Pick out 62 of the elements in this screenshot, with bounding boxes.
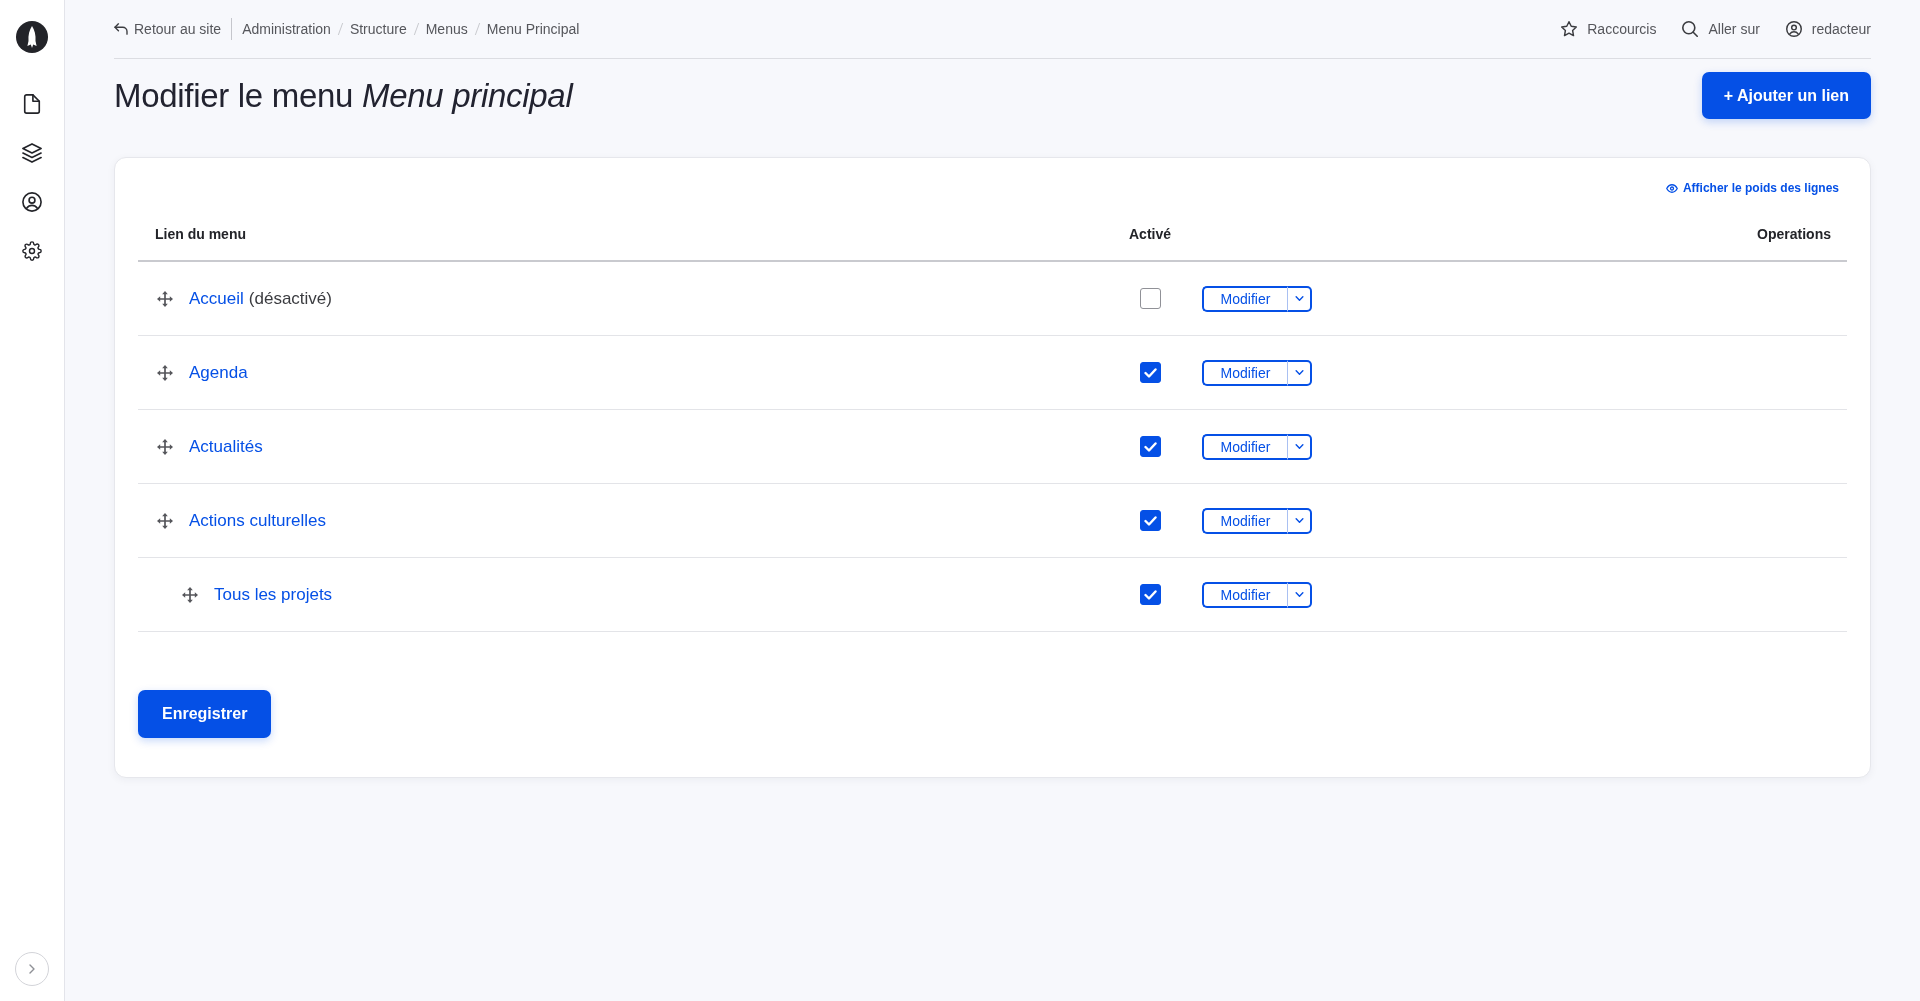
enabled-checkbox[interactable] — [1139, 362, 1161, 383]
breadcrumb-link[interactable]: Administration — [242, 21, 331, 37]
sidebar-toggle-button[interactable] — [15, 952, 49, 986]
more-actions-button[interactable] — [1287, 581, 1312, 608]
chevron-right-icon — [29, 964, 35, 974]
move-icon[interactable] — [157, 364, 173, 381]
user-menu-link[interactable]: redacteur — [1785, 21, 1871, 37]
enabled-checkbox[interactable] — [1139, 436, 1161, 457]
page-title: Modifier le menu Menu principal — [114, 76, 573, 115]
caret-icon — [1294, 592, 1304, 597]
edit-button[interactable]: Modifier — [1202, 359, 1287, 386]
move-icon[interactable] — [157, 290, 173, 307]
more-actions-button[interactable] — [1287, 433, 1312, 460]
show-weights-link[interactable]: Afficher le poids des lignes — [1665, 180, 1839, 197]
edit-button[interactable]: Modifier — [1202, 285, 1287, 312]
caret-icon — [1294, 370, 1304, 375]
caret-icon — [1294, 444, 1304, 449]
edit-button[interactable]: Modifier — [1202, 507, 1287, 534]
breadcrumb-link[interactable]: Menu Principal — [486, 21, 580, 37]
back-link[interactable]: Retour au site — [114, 21, 222, 37]
menu-item-link[interactable]: Actions culturelles — [189, 510, 326, 531]
star-icon — [1561, 21, 1578, 37]
user-icon — [1785, 21, 1802, 37]
check-icon — [1143, 589, 1157, 600]
search-icon — [1682, 21, 1699, 37]
layers-icon[interactable] — [22, 143, 42, 163]
check-icon — [1143, 441, 1157, 452]
move-icon[interactable] — [182, 586, 198, 603]
settings-icon[interactable] — [22, 241, 42, 261]
column-header: Lien du menu — [155, 226, 246, 242]
document-icon[interactable] — [22, 94, 42, 114]
add-link-button[interactable]: + Ajouter un lien — [1701, 72, 1871, 119]
logo-icon[interactable] — [16, 21, 48, 53]
user-icon[interactable] — [22, 192, 42, 212]
check-icon — [1143, 367, 1157, 378]
caret-icon — [1294, 518, 1304, 523]
more-actions-button[interactable] — [1287, 507, 1312, 534]
menu-item-link[interactable]: Actualités — [189, 436, 263, 457]
return-arrow-icon — [114, 23, 128, 35]
column-header: Operations — [1757, 226, 1831, 242]
check-icon — [1143, 515, 1157, 526]
shortcuts-link[interactable]: Raccourcis — [1561, 21, 1657, 37]
save-button[interactable]: Enregistrer — [138, 690, 272, 738]
move-icon[interactable] — [157, 438, 173, 455]
status-note: (désactivé) — [248, 288, 332, 309]
breadcrumb-link[interactable]: Structure — [349, 21, 407, 37]
breadcrumb-link[interactable]: Menus — [425, 21, 468, 37]
enabled-checkbox[interactable] — [1139, 584, 1161, 605]
caret-icon — [1294, 296, 1304, 301]
eye-icon — [1665, 184, 1678, 193]
menu-item-link[interactable]: Agenda — [189, 362, 248, 383]
edit-button[interactable]: Modifier — [1202, 433, 1287, 460]
edit-button[interactable]: Modifier — [1202, 581, 1287, 608]
search-link[interactable]: Aller sur — [1682, 21, 1760, 37]
menu-item-link[interactable]: Tous les projets — [214, 584, 333, 605]
move-icon[interactable] — [157, 512, 173, 529]
enabled-checkbox[interactable] — [1139, 510, 1161, 531]
more-actions-button[interactable] — [1287, 359, 1312, 386]
menu-item-link[interactable]: Accueil — [189, 288, 244, 309]
column-header: Activé — [1129, 226, 1171, 242]
more-actions-button[interactable] — [1287, 285, 1312, 312]
enabled-checkbox[interactable] — [1139, 288, 1161, 309]
